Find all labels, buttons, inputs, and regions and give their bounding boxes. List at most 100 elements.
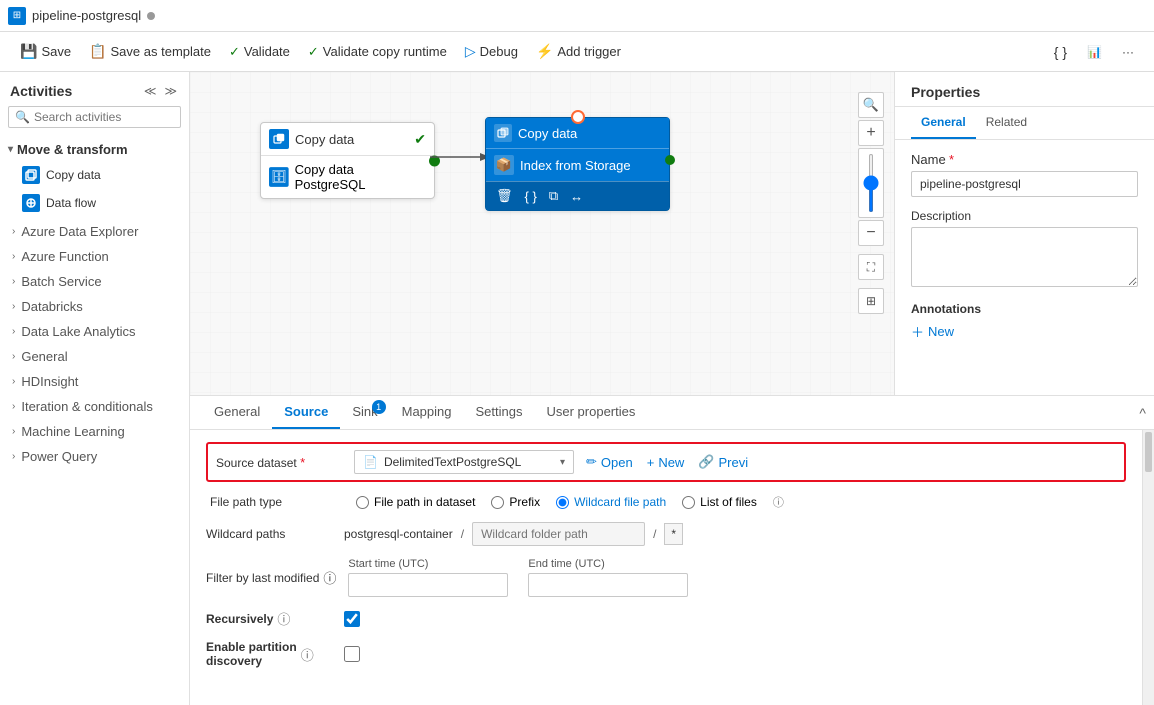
- dataset-open-button[interactable]: ✏ Open: [582, 452, 637, 472]
- data-flow-action1[interactable]: ⋮: [145, 196, 162, 211]
- zoom-slider[interactable]: [869, 153, 873, 213]
- tab-sink[interactable]: Sink 1: [340, 396, 389, 429]
- add-trigger-button[interactable]: ⚡ Add trigger: [528, 39, 629, 64]
- plus-icon: ＋: [911, 322, 924, 341]
- node-arrow-button[interactable]: ↔: [568, 186, 585, 206]
- radio-wildcard-file-path[interactable]: Wildcard file path: [556, 495, 666, 509]
- tab-mapping[interactable]: Mapping: [390, 396, 464, 429]
- properties-tab-general[interactable]: General: [911, 107, 976, 139]
- end-time-input[interactable]: [528, 573, 688, 597]
- plus-new-icon: +: [647, 455, 655, 470]
- storage-icon: 📦: [494, 155, 514, 175]
- canvas-container[interactable]: Copy data ✔ 🗄 Copy data PostgreSQL: [190, 72, 894, 395]
- radio-prefix[interactable]: Prefix: [491, 495, 540, 509]
- node-copy-button[interactable]: ⧉: [547, 186, 560, 206]
- properties-description-input[interactable]: [911, 227, 1138, 287]
- start-time-input[interactable]: [348, 573, 508, 597]
- fit-view-button[interactable]: ⛶: [858, 254, 884, 280]
- list-files-radio[interactable]: [682, 496, 695, 509]
- zoom-in-button[interactable]: +: [858, 120, 884, 146]
- tab-user-properties[interactable]: User properties: [534, 396, 647, 429]
- collapse-left-button[interactable]: ≪: [142, 82, 159, 100]
- sidebar-item-copy-data[interactable]: Copy data ⋮ ⋮: [0, 161, 189, 189]
- node-top-connector[interactable]: [571, 110, 585, 124]
- copy-data-action1[interactable]: ⋮: [145, 168, 162, 183]
- zoom-out-button[interactable]: −: [858, 220, 884, 246]
- wildcard-radio[interactable]: [556, 496, 569, 509]
- zoom-slider-container: [858, 148, 884, 218]
- chevron-right-icon: ›: [12, 451, 15, 462]
- dataset-icon: 📄: [363, 455, 378, 469]
- dataset-preview-button[interactable]: 🔗 Previ: [694, 452, 752, 472]
- sidebar-item-azure-data-explorer[interactable]: › Azure Data Explorer: [0, 219, 189, 244]
- properties-tab-related[interactable]: Related: [976, 107, 1037, 139]
- save-as-template-button[interactable]: 📋 Save as template: [81, 39, 219, 64]
- sidebar-item-machine-learning[interactable]: › Machine Learning: [0, 419, 189, 444]
- sidebar-item-general[interactable]: › General: [0, 344, 189, 369]
- chevron-right-icon: ›: [12, 351, 15, 362]
- sidebar-item-iteration-conditionals[interactable]: › Iteration & conditionals: [0, 394, 189, 419]
- sidebar-item-hdinsight[interactable]: › HDInsight: [0, 369, 189, 394]
- tab-general[interactable]: General: [202, 396, 272, 429]
- trigger-icon: ⚡: [536, 43, 553, 60]
- file-path-radio[interactable]: [356, 496, 369, 509]
- validate-button[interactable]: ✓ Validate: [221, 40, 298, 64]
- data-flow-action2[interactable]: ⋮: [164, 196, 181, 211]
- more-button[interactable]: ···: [1114, 41, 1142, 63]
- recursively-checkbox[interactable]: [344, 611, 360, 627]
- search-input[interactable]: [34, 110, 189, 124]
- dataset-dropdown[interactable]: 📄 DelimitedTextPostgreSQL ▾: [354, 450, 574, 474]
- sidebar-item-data-lake-analytics[interactable]: › Data Lake Analytics: [0, 319, 189, 344]
- node-right-connector[interactable]: [665, 155, 675, 165]
- scrollbar-right[interactable]: [1142, 430, 1154, 705]
- sidebar-title: Activities: [10, 83, 72, 99]
- sidebar-item-data-flow[interactable]: Data flow ⋮ ⋮: [0, 189, 189, 217]
- panel-close-button[interactable]: ^: [1139, 405, 1146, 421]
- save-button[interactable]: 💾 Save: [12, 39, 79, 64]
- radio-list-of-files[interactable]: List of files: [682, 495, 757, 509]
- end-time-label: End time (UTC): [528, 558, 688, 570]
- dataset-new-button[interactable]: + New: [643, 453, 689, 472]
- properties-body: Name * Description Annotations ＋ New: [895, 140, 1154, 395]
- monitor-button[interactable]: 📊: [1079, 41, 1110, 63]
- tab-source[interactable]: Source: [272, 396, 340, 429]
- code-button[interactable]: { }: [1046, 40, 1075, 64]
- pipeline-node-copy-postgresql[interactable]: Copy data ✔ 🗄 Copy data PostgreSQL: [260, 122, 435, 199]
- properties-name-input[interactable]: [911, 171, 1138, 197]
- sink-badge: 1: [372, 400, 386, 414]
- sidebar-item-azure-function[interactable]: › Azure Function: [0, 244, 189, 269]
- copy-data-action2[interactable]: ⋮: [164, 168, 181, 183]
- sidebar-item-power-query[interactable]: › Power Query: [0, 444, 189, 469]
- sidebar-section-header-move-transform[interactable]: ▾ Move & transform: [0, 138, 189, 161]
- node-toolbar-index-storage: 🗑 { } ⧉ ↔: [486, 181, 669, 210]
- pipeline-node-index-storage[interactable]: Copy data 📦 Index from Storage 🗑 { } ⧉ ↔: [485, 117, 670, 211]
- node-sublabel-copy-postgresql: Copy data PostgreSQL: [295, 162, 426, 192]
- sidebar-item-batch-service[interactable]: › Batch Service: [0, 269, 189, 294]
- validate-copy-runtime-button[interactable]: ✓ Validate copy runtime: [300, 40, 455, 64]
- wildcard-folder-input[interactable]: [472, 522, 645, 546]
- node-delete-button[interactable]: 🗑: [494, 186, 515, 206]
- grid-button[interactable]: ⊞: [858, 288, 884, 314]
- tab-settings[interactable]: Settings: [464, 396, 535, 429]
- filter-info-icon: ⓘ: [323, 568, 336, 587]
- node-code-button[interactable]: { }: [523, 186, 539, 206]
- dropdown-arrow-icon: ▾: [560, 457, 565, 468]
- filter-label: Filter by last modified ⓘ: [206, 568, 336, 587]
- collapse-right-button[interactable]: ≫: [162, 82, 179, 100]
- sidebar-item-databricks[interactable]: › Databricks: [0, 294, 189, 319]
- add-annotation-button[interactable]: ＋ New: [911, 322, 954, 341]
- debug-button[interactable]: ▷ Debug: [457, 39, 526, 64]
- prefix-radio[interactable]: [491, 496, 504, 509]
- dataset-value: DelimitedTextPostgreSQL: [384, 455, 554, 469]
- partition-checkbox[interactable]: [344, 646, 360, 662]
- prefix-label: Prefix: [509, 495, 540, 509]
- node-output-connector[interactable]: [429, 155, 440, 166]
- search-canvas-button[interactable]: 🔍: [858, 92, 884, 118]
- wildcard-asterisk: *: [664, 523, 683, 545]
- chevron-right-icon: ›: [12, 251, 15, 262]
- wildcard-label: Wildcard file path: [574, 495, 666, 509]
- radio-file-path-dataset[interactable]: File path in dataset: [356, 495, 475, 509]
- filter-row: Filter by last modified ⓘ Start time (UT…: [206, 558, 1126, 597]
- node-sublabel-index-storage: Index from Storage: [520, 158, 631, 173]
- copy-data-label: Copy data: [46, 168, 139, 182]
